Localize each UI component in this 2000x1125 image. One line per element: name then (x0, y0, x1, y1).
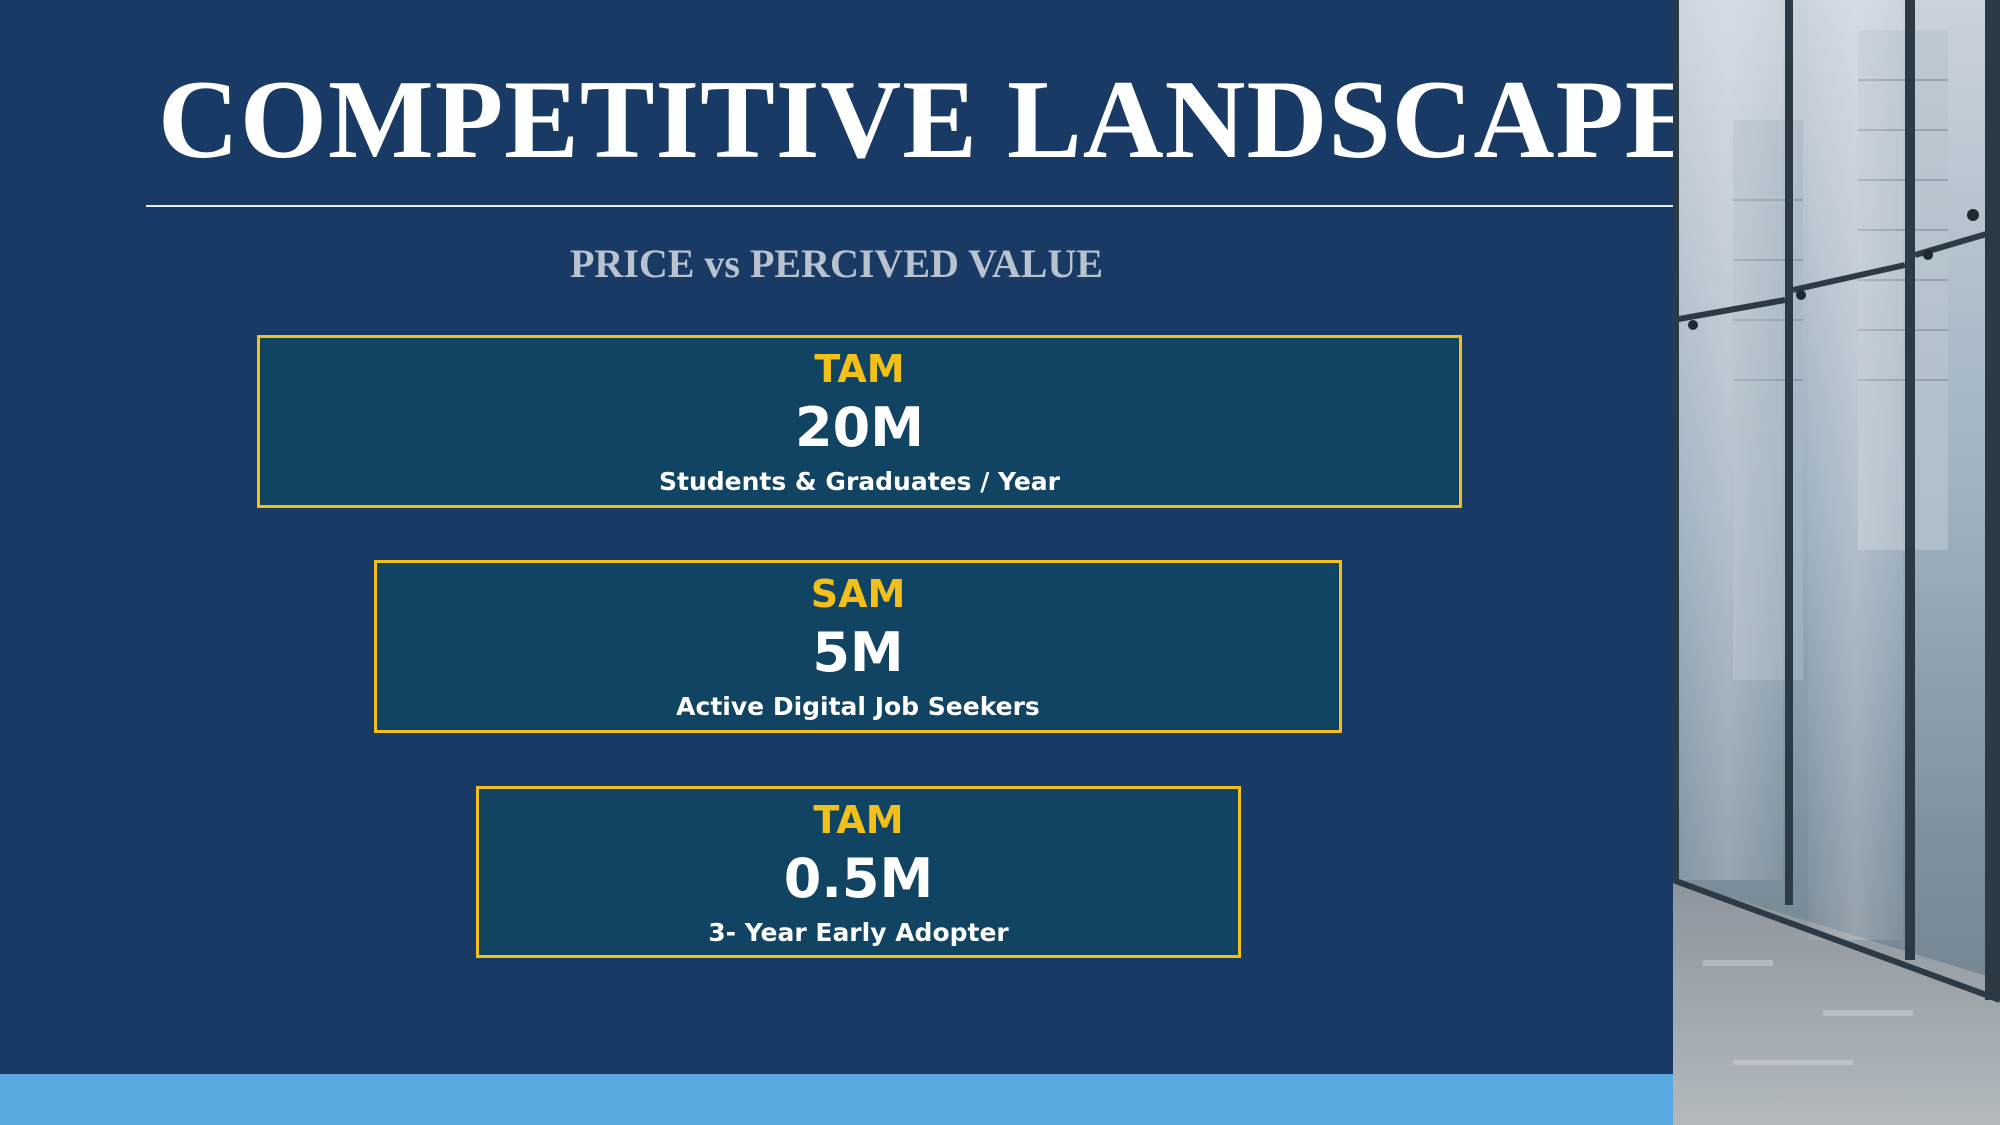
market-description: Active Digital Job Seekers (676, 692, 1040, 721)
title-divider (146, 205, 1673, 207)
footer-accent-bar (0, 1074, 1673, 1125)
market-box-tam: TAM 20M Students & Graduates / Year (257, 335, 1462, 508)
market-description: Students & Graduates / Year (658, 467, 1060, 496)
market-tag: SAM (810, 572, 906, 616)
market-value: 20M (795, 396, 924, 459)
market-tag: TAM (813, 798, 904, 842)
market-box-sam: SAM 5M Active Digital Job Seekers (374, 560, 1342, 733)
subtitle: PRICE vs PERCIVED VALUE (569, 241, 1104, 286)
page-title: COMPETITIVE LANDSCAPE (158, 58, 1701, 182)
market-value: 5M (812, 621, 904, 684)
market-description: 3- Year Early Adopter (708, 918, 1009, 947)
market-value: 0.5M (783, 847, 934, 910)
market-box-early-adopter: TAM 0.5M 3- Year Early Adopter (476, 786, 1241, 958)
slide: COMPETITIVE LANDSCAPE PRICE vs PERCIVED … (0, 0, 2000, 1125)
market-tag: TAM (814, 347, 905, 391)
glass-office-building-photo-icon (1673, 0, 2000, 1125)
